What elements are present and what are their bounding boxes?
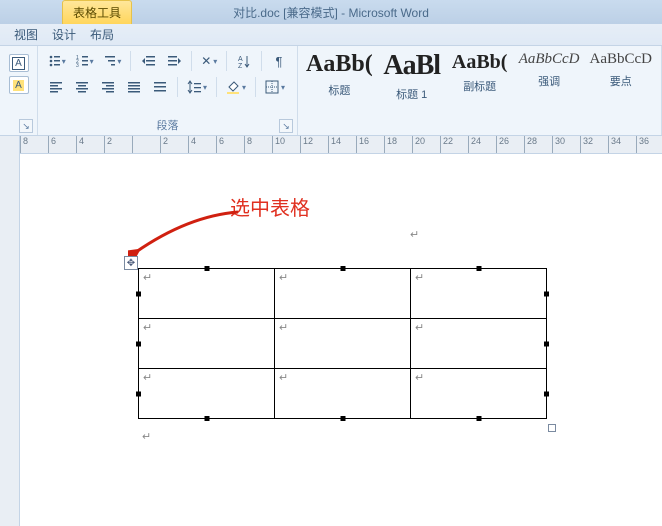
numbering-icon: 123 [76, 54, 88, 68]
indent-icon [167, 54, 181, 68]
ruler-tick: 36 [636, 136, 649, 154]
contextual-tab-group: 表格工具 [62, 0, 132, 24]
svg-text:Z: Z [238, 63, 243, 68]
sort-button[interactable]: AZ [232, 50, 256, 72]
ruler-tick: 14 [328, 136, 341, 154]
horizontal-ruler[interactable]: 864224681012141618202224262830323436 [20, 136, 662, 154]
increase-indent-button[interactable] [162, 50, 186, 72]
styles-gallery[interactable]: AaBb( 标题 AaBl 标题 1 AaBb( 副标题 AaBbCcD 强调 … [306, 50, 653, 102]
align-right-button[interactable] [96, 76, 120, 98]
multilevel-icon [104, 54, 116, 68]
table-cell[interactable]: ↵ [411, 269, 547, 319]
shading-button[interactable]: ▾ [222, 76, 250, 98]
align-right-icon [101, 80, 115, 94]
align-left-button[interactable] [44, 76, 68, 98]
table-cell[interactable]: ↵ [139, 269, 275, 319]
ruler-tick: 30 [552, 136, 565, 154]
ruler-tick: 12 [300, 136, 313, 154]
align-distribute-button[interactable] [148, 76, 172, 98]
style-emphasis[interactable]: AaBbCcD 强调 [519, 52, 580, 89]
style-subheading[interactable]: AaBb( 副标题 [451, 52, 509, 94]
ribbon-group-paragraph: ▾ 123▾ ▾ ✕▾ [38, 46, 298, 135]
borders-button[interactable]: ▾ [261, 76, 289, 98]
line-spacing-button[interactable]: ▾ [183, 76, 211, 98]
ruler-tick: 4 [76, 136, 84, 154]
ruler-tick: 8 [20, 136, 28, 154]
ribbon-group-styles: AaBb( 标题 AaBl 标题 1 AaBb( 副标题 AaBbCcD 强调 … [298, 46, 662, 135]
numbering-button[interactable]: 123▾ [72, 50, 98, 72]
asian-layout-button[interactable]: ✕▾ [197, 50, 221, 72]
bullets-button[interactable]: ▾ [44, 50, 70, 72]
char-shading-button[interactable]: A [9, 76, 29, 94]
table-cell[interactable]: ↵ [411, 319, 547, 369]
char-border-button[interactable]: A [9, 54, 29, 72]
table-move-handle[interactable]: ✥ [124, 256, 138, 270]
table-cell[interactable]: ↵ [275, 369, 411, 419]
style-point[interactable]: AaBbCcD 要点 [590, 52, 653, 89]
align-justify-icon [127, 80, 141, 94]
paragraph-mark: ↵ [410, 228, 419, 241]
ruler-tick: 10 [272, 136, 285, 154]
ruler-tick: 18 [384, 136, 397, 154]
ruler-tick [132, 136, 135, 154]
ruler-tick: 20 [412, 136, 425, 154]
ruler-tick: 8 [244, 136, 252, 154]
align-left-icon [49, 80, 63, 94]
page: 选中表格 ↵ ✥ ↵↵↵↵↵↵↵↵↵ ↵ [20, 168, 662, 526]
window-title: 对比.doc [兼容模式] - Microsoft Word [233, 4, 429, 21]
ruler-tick: 24 [468, 136, 481, 154]
table-cell[interactable]: ↵ [139, 369, 275, 419]
ruler-tick: 32 [580, 136, 593, 154]
title-bar: 表格工具 对比.doc [兼容模式] - Microsoft Word [0, 0, 662, 24]
document-area[interactable]: 选中表格 ↵ ✥ ↵↵↵↵↵↵↵↵↵ ↵ [20, 154, 662, 526]
table-cell[interactable]: ↵ [275, 319, 411, 369]
group-label-font-edge: ↘ [6, 119, 31, 133]
decrease-indent-button[interactable] [136, 50, 160, 72]
style-heading[interactable]: AaBb( 标题 [306, 52, 373, 98]
paragraph-dialog-launcher[interactable]: ↘ [279, 119, 293, 133]
annotation-text: 选中表格 [230, 192, 310, 221]
table-cell[interactable]: ↵ [275, 269, 411, 319]
ruler-tick: 6 [48, 136, 56, 154]
svg-text:A: A [238, 56, 243, 63]
align-center-icon [75, 80, 89, 94]
tab-design[interactable]: 设计 [52, 26, 76, 43]
align-center-button[interactable] [70, 76, 94, 98]
align-distribute-icon [153, 80, 167, 94]
ruler-tick: 4 [188, 136, 196, 154]
bullets-icon [48, 54, 60, 68]
table-cell[interactable]: ↵ [411, 369, 547, 419]
ruler-tick: 16 [356, 136, 369, 154]
style-heading1[interactable]: AaBl 标题 1 [383, 52, 441, 102]
ruler-tick: 26 [496, 136, 509, 154]
ribbon: A A ↘ ▾ 123▾ ▾ [0, 46, 662, 136]
ruler-tick: 2 [160, 136, 168, 154]
ribbon-group-font-edge: A A ↘ [0, 46, 38, 135]
table-resize-handle[interactable] [548, 424, 556, 432]
svg-text:3: 3 [76, 63, 79, 68]
ruler-tick: 34 [608, 136, 621, 154]
ruler-tick: 2 [104, 136, 112, 154]
ribbon-tabs: 视图 设计 布局 [0, 24, 662, 46]
ruler-tick: 6 [216, 136, 224, 154]
table-tools-tab[interactable]: 表格工具 [62, 0, 132, 24]
group-label-paragraph: 段落 ↘ [44, 115, 291, 133]
align-justify-button[interactable] [122, 76, 146, 98]
document-table[interactable]: ↵↵↵↵↵↵↵↵↵ [138, 268, 547, 419]
dialog-launcher-icon[interactable]: ↘ [19, 119, 33, 133]
multilevel-list-button[interactable]: ▾ [100, 50, 126, 72]
vertical-ruler[interactable] [0, 136, 20, 526]
ruler-tick: 22 [440, 136, 453, 154]
tab-layout[interactable]: 布局 [90, 26, 114, 43]
paragraph-mark: ↵ [142, 430, 151, 443]
ruler-tick: 28 [524, 136, 537, 154]
table-cell[interactable]: ↵ [139, 319, 275, 369]
borders-icon [265, 80, 279, 94]
tab-view[interactable]: 视图 [14, 26, 38, 43]
outdent-icon [141, 54, 155, 68]
paint-bucket-icon [226, 80, 240, 94]
line-spacing-icon [187, 80, 201, 94]
sort-icon: AZ [237, 54, 251, 68]
show-marks-button[interactable]: ¶ [267, 50, 291, 72]
